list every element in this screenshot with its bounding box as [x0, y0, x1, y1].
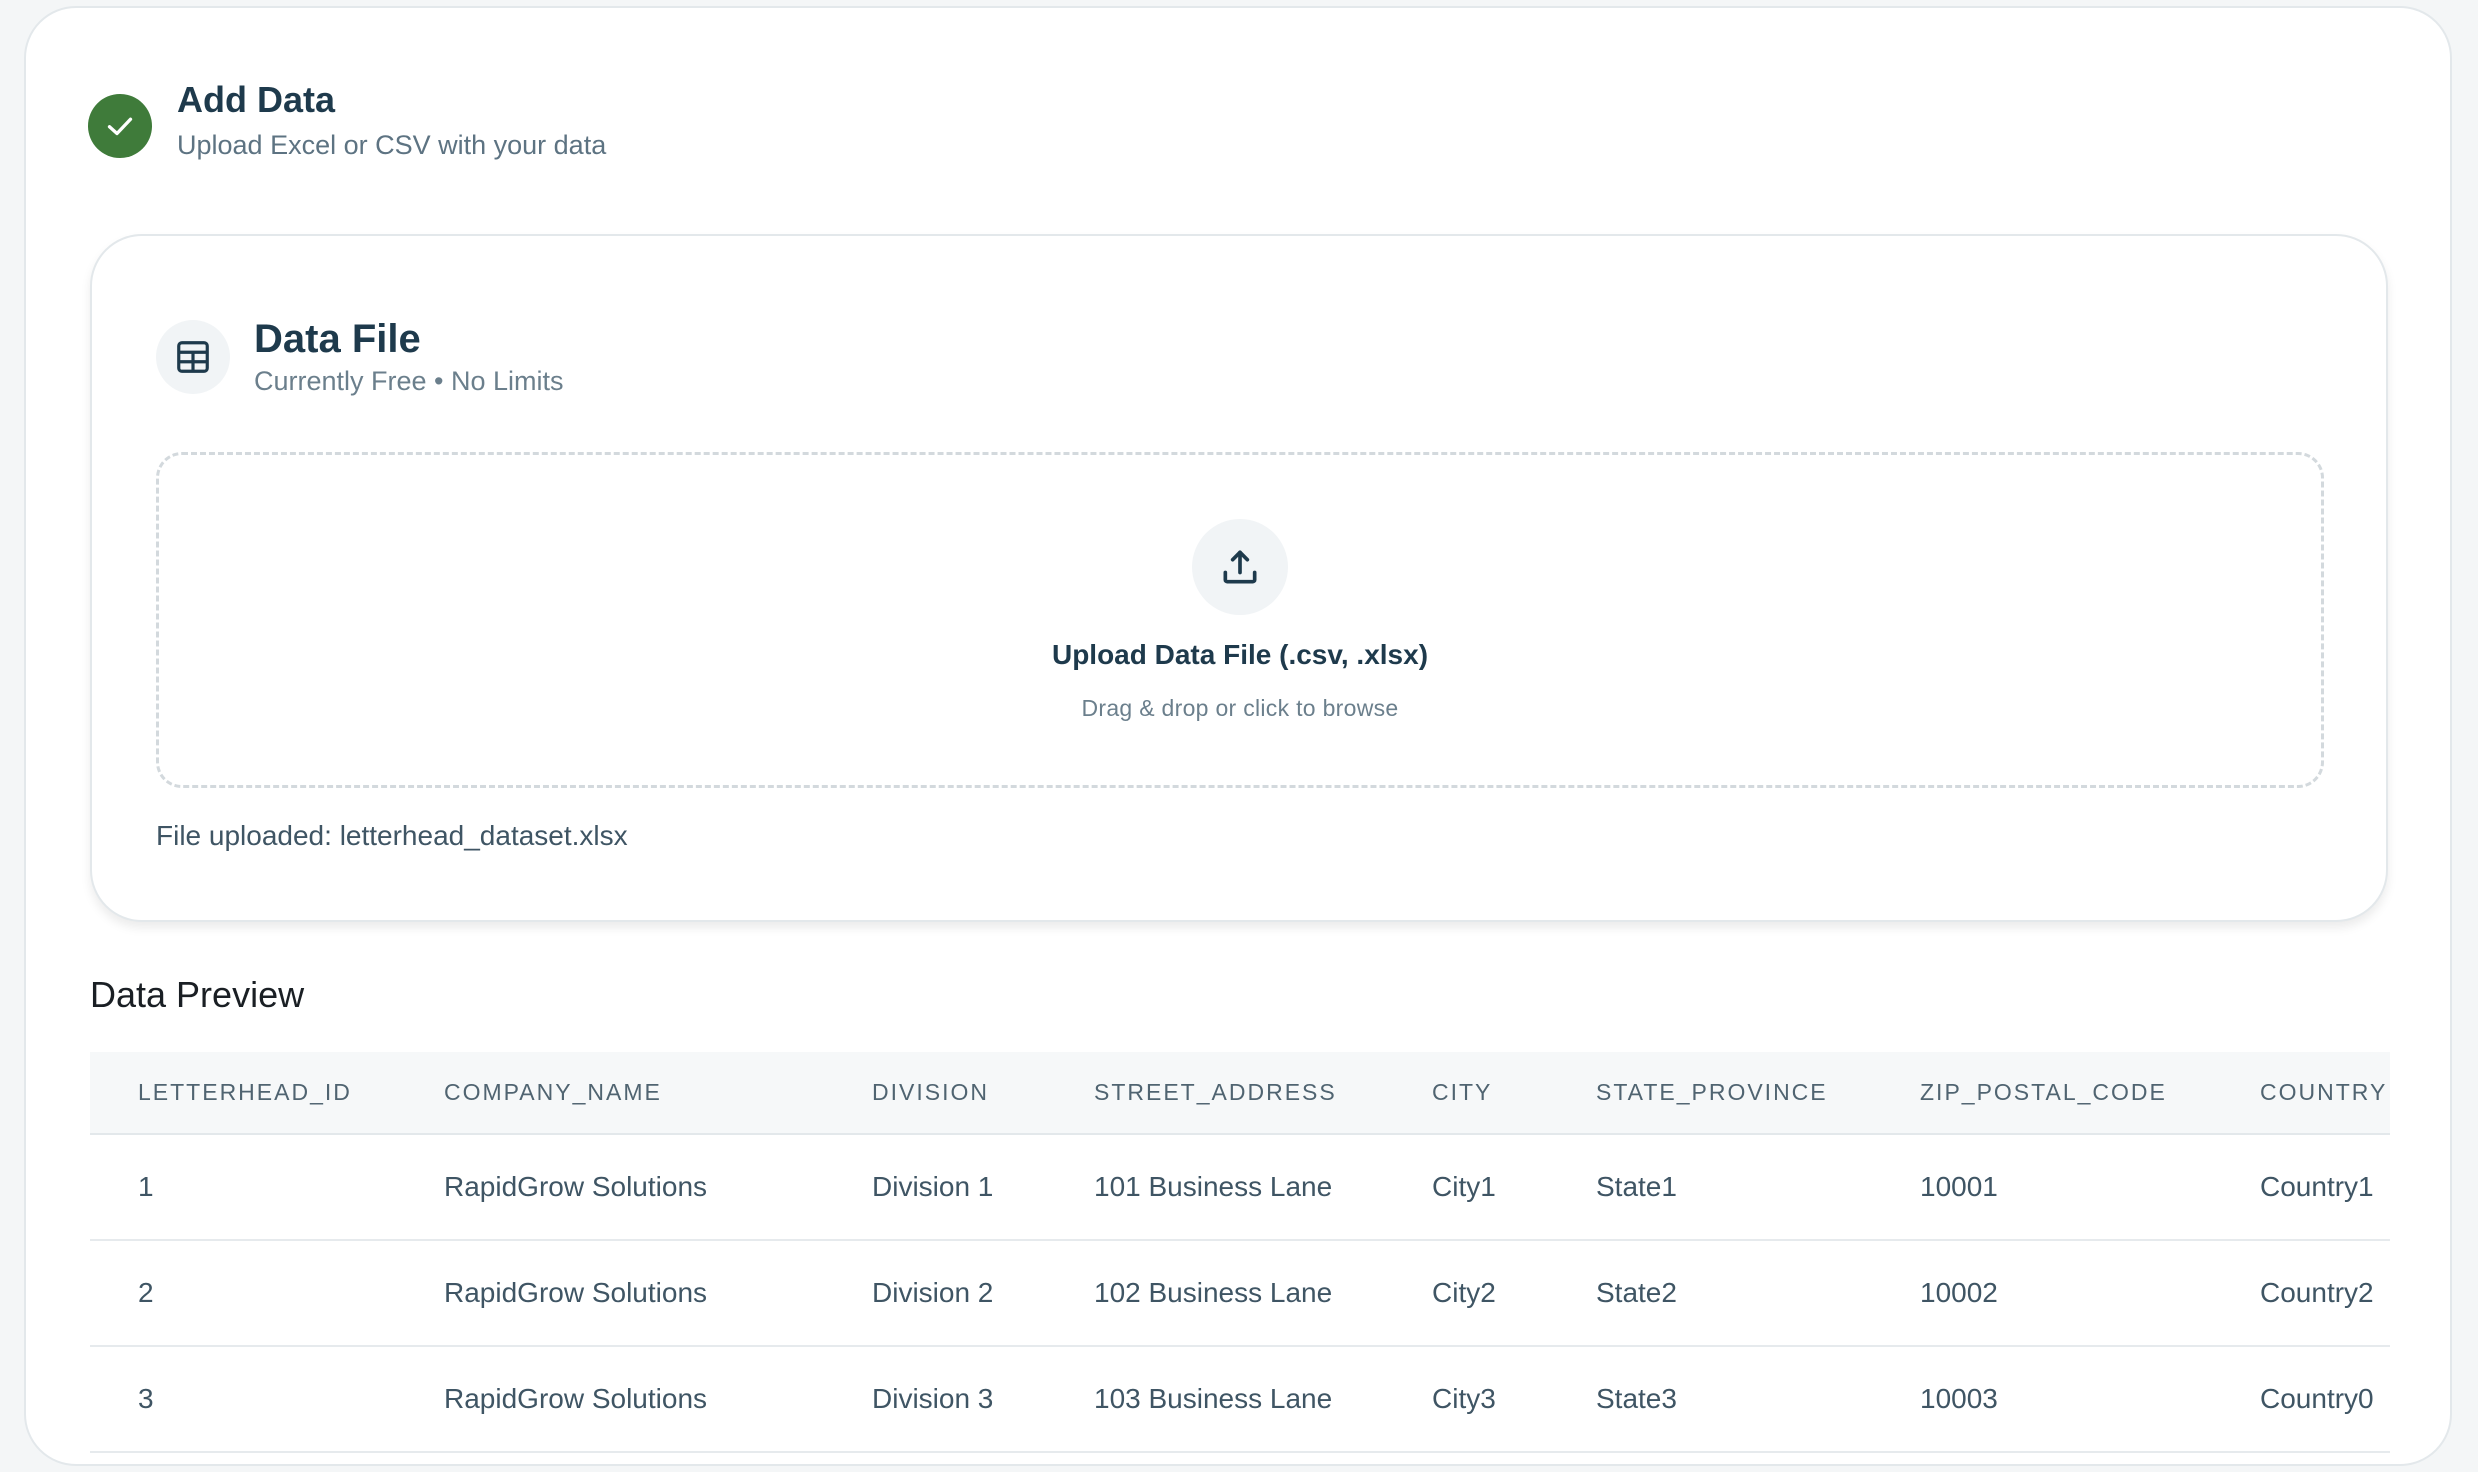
uploaded-file-name: letterhead_dataset.xlsx — [339, 820, 628, 851]
table-row: 3 RapidGrow Solutions Division 3 103 Bus… — [90, 1346, 2390, 1452]
table-row: 1 RapidGrow Solutions Division 1 101 Bus… — [90, 1134, 2390, 1240]
column-header: COUNTRY — [2212, 1052, 2390, 1135]
column-header: COMPANY_NAME — [396, 1052, 824, 1135]
table-cell: 10002 — [1920, 1277, 1998, 1308]
table-cell: State1 — [1596, 1171, 1677, 1202]
table-cell: City3 — [1432, 1383, 1496, 1414]
add-data-step-card: Add Data Upload Excel or CSV with your d… — [24, 6, 2452, 1466]
table-row: 2 RapidGrow Solutions Division 2 102 Bus… — [90, 1240, 2390, 1346]
column-header: DIVISION — [824, 1052, 1046, 1135]
table-icon — [156, 319, 230, 394]
data-file-header: Data File Currently Free • No Limits — [156, 316, 564, 397]
table-cell: Country0 — [2260, 1383, 2374, 1414]
file-dropzone[interactable]: Upload Data File (.csv, .xlsx) Drag & dr… — [156, 452, 2324, 788]
table-cell: 10003 — [1920, 1383, 1998, 1414]
data-preview-table: LETTERHEAD_ID COMPANY_NAME DIVISION STRE… — [90, 1052, 2390, 1472]
table-cell: 103 Business Lane — [1094, 1383, 1333, 1414]
table-cell: RapidGrow Solutions — [444, 1383, 708, 1414]
table-cell: Country1 — [2260, 1171, 2374, 1202]
data-file-title: Data File — [254, 317, 421, 361]
column-header: LETTERHEAD_ID — [90, 1052, 396, 1135]
file-upload-status: File uploaded: letterhead_dataset.xlsx — [156, 820, 628, 852]
table-cell: RapidGrow Solutions — [444, 1171, 708, 1202]
dropzone-title: Upload Data File (.csv, .xlsx) — [1051, 639, 1429, 670]
column-header: CITY — [1384, 1052, 1548, 1135]
table-cell: Country2 — [2260, 1277, 2374, 1308]
table-cell: State2 — [1596, 1277, 1677, 1308]
table-cell: City1 — [1432, 1171, 1496, 1202]
table-cell: Division 1 — [872, 1171, 994, 1202]
table-cell: RapidGrow Solutions — [444, 1277, 708, 1308]
column-header: STREET_ADDRESS — [1046, 1052, 1384, 1135]
table-cell: 102 Business Lane — [1094, 1277, 1333, 1308]
data-file-card: Data File Currently Free • No Limits Upl… — [90, 234, 2388, 922]
data-preview-title: Data Preview — [90, 974, 305, 1015]
data-file-subtitle: Currently Free • No Limits — [254, 366, 564, 396]
column-header: STATE_PROVINCE — [1548, 1052, 1872, 1135]
table-cell: 1 — [138, 1171, 154, 1202]
column-header: ZIP_POSTAL_CODE — [1872, 1052, 2212, 1135]
table-cell: State3 — [1596, 1383, 1677, 1414]
table-cell: 101 Business Lane — [1094, 1171, 1333, 1202]
step-title: Add Data — [177, 79, 336, 120]
table-cell: 2 — [138, 1277, 154, 1308]
table-cell: Division 2 — [872, 1277, 994, 1308]
upload-icon — [1192, 519, 1288, 615]
table-header-row: LETTERHEAD_ID COMPANY_NAME DIVISION STRE… — [90, 1052, 2390, 1135]
step-subtitle: Upload Excel or CSV with your data — [177, 130, 607, 160]
table-cell: Division 3 — [872, 1383, 994, 1414]
table-cell: 3 — [138, 1383, 154, 1414]
file-status-label: File uploaded: — [156, 820, 340, 851]
table-cell: City2 — [1432, 1277, 1496, 1308]
check-icon — [88, 94, 152, 158]
step-header: Add Data Upload Excel or CSV with your d… — [88, 78, 606, 162]
dropzone-hint: Drag & drop or click to browse — [1081, 695, 1399, 721]
table-cell: 10001 — [1920, 1171, 1998, 1202]
